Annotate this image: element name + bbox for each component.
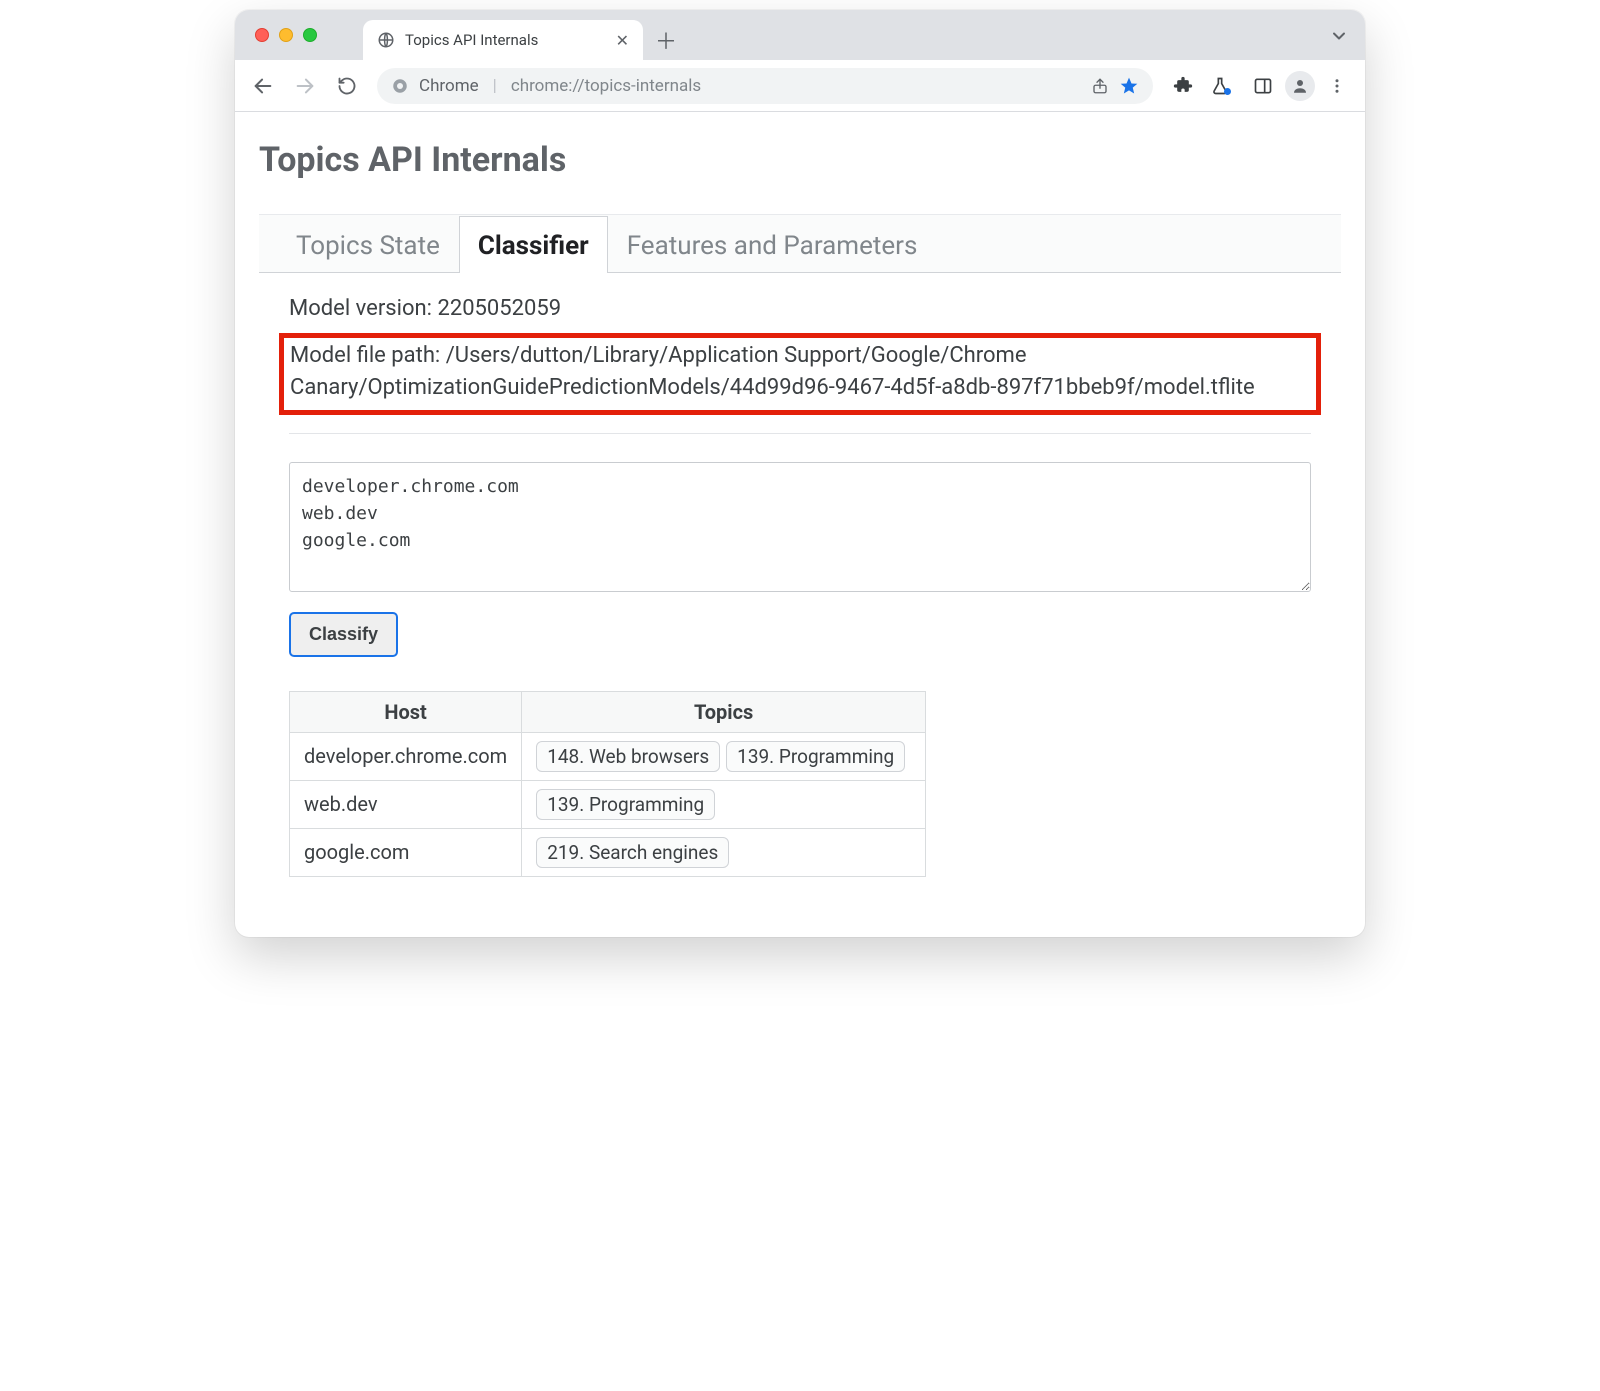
zoom-window-button[interactable] xyxy=(303,28,317,42)
hosts-input[interactable] xyxy=(289,462,1311,592)
bookmark-star-icon[interactable] xyxy=(1119,76,1139,96)
classify-button[interactable]: Classify xyxy=(289,612,398,657)
table-header-row: Host Topics xyxy=(290,691,926,732)
divider xyxy=(289,433,1311,434)
titlebar: Topics API Internals ✕ ＋ xyxy=(235,10,1365,60)
cell-host: google.com xyxy=(290,828,522,876)
address-bar[interactable]: Chrome | chrome://topics-internals xyxy=(377,68,1153,104)
cell-host: web.dev xyxy=(290,780,522,828)
tab-classifier[interactable]: Classifier xyxy=(459,216,608,273)
tabs-dropdown-button[interactable] xyxy=(1329,26,1349,46)
model-version-label: Model version: xyxy=(289,296,432,321)
panel: Topics State Classifier Features and Par… xyxy=(259,214,1341,887)
toolbar-right xyxy=(1165,68,1355,104)
content-tabs: Topics State Classifier Features and Par… xyxy=(259,215,1341,273)
url-text: chrome://topics-internals xyxy=(511,76,701,96)
minimize-window-button[interactable] xyxy=(279,28,293,42)
side-panel-icon[interactable] xyxy=(1245,68,1281,104)
cell-topics: 139. Programming xyxy=(522,780,926,828)
share-icon[interactable] xyxy=(1091,77,1109,95)
table-row: developer.chrome.com148. Web browsers139… xyxy=(290,732,926,780)
chrome-logo-icon xyxy=(391,77,409,95)
extensions-icon[interactable] xyxy=(1165,68,1201,104)
cell-topics: 148. Web browsers139. Programming xyxy=(522,732,926,780)
profile-avatar[interactable] xyxy=(1285,71,1315,101)
topic-pill: 139. Programming xyxy=(536,789,715,820)
back-button[interactable] xyxy=(245,68,281,104)
tab-title: Topics API Internals xyxy=(405,31,538,49)
col-topics: Topics xyxy=(522,691,926,732)
labs-icon[interactable] xyxy=(1205,68,1241,104)
topic-pill: 148. Web browsers xyxy=(536,741,720,772)
browser-tab-active[interactable]: Topics API Internals ✕ xyxy=(363,20,643,60)
url-origin-label: Chrome xyxy=(419,76,479,96)
close-window-button[interactable] xyxy=(255,28,269,42)
tab-topics-state[interactable]: Topics State xyxy=(277,216,459,273)
kebab-menu-icon[interactable] xyxy=(1319,68,1355,104)
col-host: Host xyxy=(290,691,522,732)
tab-body-classifier: Model version: 2205052059 Model file pat… xyxy=(259,273,1341,887)
model-path-label: Model file path: xyxy=(290,343,440,368)
new-tab-button[interactable]: ＋ xyxy=(649,23,683,57)
model-version-line: Model version: 2205052059 xyxy=(289,293,1311,325)
table-row: google.com 219. Search engines xyxy=(290,828,926,876)
cell-host: developer.chrome.com xyxy=(290,732,522,780)
browser-window: Topics API Internals ✕ ＋ Chrome | chrome… xyxy=(235,10,1365,937)
page-title: Topics API Internals xyxy=(259,140,1341,180)
url-separator: | xyxy=(493,76,497,96)
reload-button[interactable] xyxy=(329,68,365,104)
table-row: web.dev 139. Programming xyxy=(290,780,926,828)
page-content: Topics API Internals Topics State Classi… xyxy=(235,112,1365,937)
globe-icon xyxy=(377,31,395,49)
topic-pill: 219. Search engines xyxy=(536,837,729,868)
model-version-value: 2205052059 xyxy=(437,296,561,321)
window-controls xyxy=(255,28,317,42)
forward-button[interactable] xyxy=(287,68,323,104)
topic-pill: 139. Programming xyxy=(726,741,905,772)
model-path-highlight: Model file path: /Users/dutton/Library/A… xyxy=(279,333,1321,415)
tab-features-parameters[interactable]: Features and Parameters xyxy=(608,216,937,273)
results-table: Host Topics developer.chrome.com148. Web… xyxy=(289,691,926,877)
toolbar: Chrome | chrome://topics-internals xyxy=(235,60,1365,112)
cell-topics: 219. Search engines xyxy=(522,828,926,876)
close-tab-icon[interactable]: ✕ xyxy=(616,31,629,50)
